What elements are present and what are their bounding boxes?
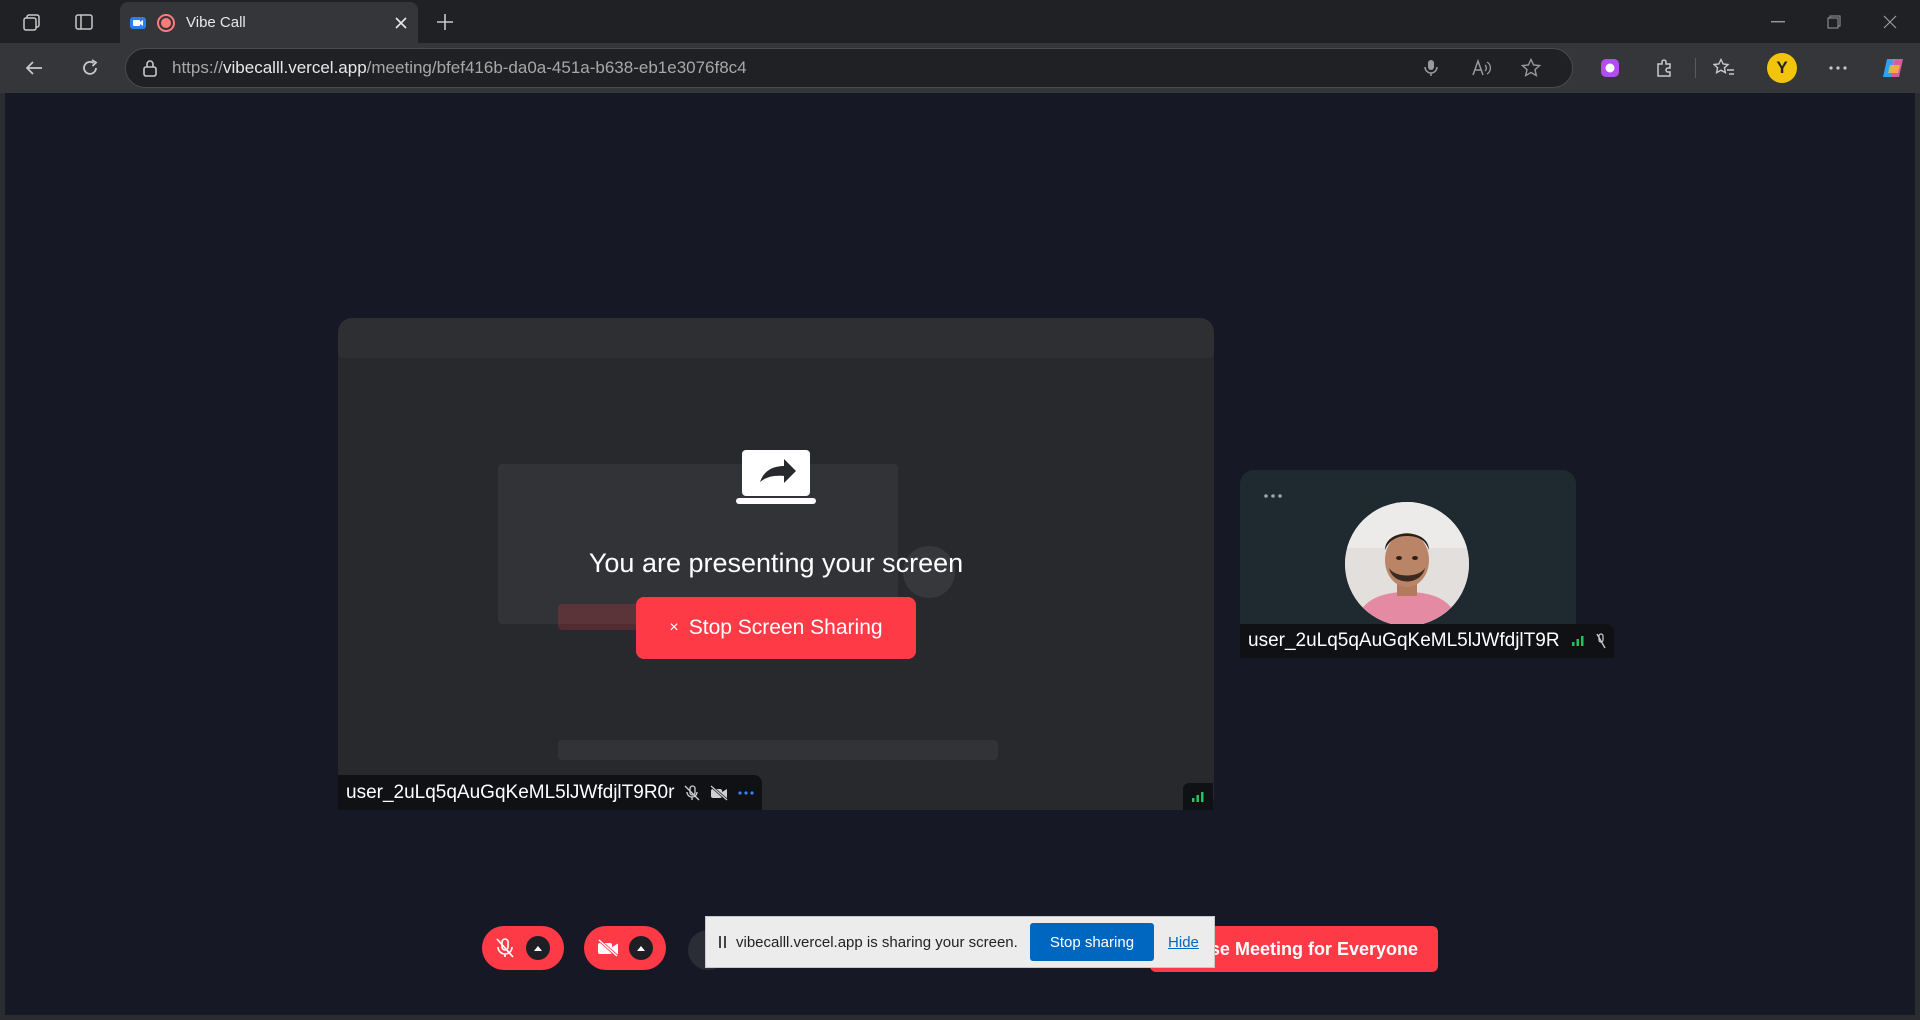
toolbar-divider bbox=[1695, 58, 1696, 78]
profile-avatar[interactable]: Y bbox=[1760, 48, 1804, 88]
share-tile-name-bar: user_2uLq5qAuGqKeML5lJWfdjlT9R0r bbox=[338, 775, 763, 810]
share-tile-username: user_2uLq5qAuGqKeML5lJWfdjlT9R0r bbox=[346, 781, 675, 803]
participant-signal-icon bbox=[1571, 636, 1584, 646]
recording-icon bbox=[156, 13, 176, 33]
camera-options-chevron-icon[interactable] bbox=[629, 936, 653, 960]
presenting-message: You are presenting your screen bbox=[588, 548, 964, 578]
microphone-icon[interactable] bbox=[1406, 59, 1456, 77]
stop-screen-sharing-label: Stop Screen Sharing bbox=[688, 616, 883, 639]
restore-icon[interactable] bbox=[1806, 0, 1862, 43]
participant-name-bar: user_2uLq5qAuGqKeML5lJWfdjlT9R bbox=[1240, 624, 1614, 658]
end-meeting-label: se Meeting for Everyone bbox=[1209, 938, 1418, 959]
participant-mic-off-icon bbox=[1595, 633, 1606, 649]
participant-username: user_2uLq5qAuGqKeML5lJWfdjlT9R bbox=[1248, 630, 1560, 651]
participant-more-icon[interactable] bbox=[1264, 494, 1282, 498]
new-tab-icon[interactable] bbox=[425, 0, 465, 43]
url-scheme: https:// bbox=[172, 58, 224, 77]
pause-icon[interactable] bbox=[718, 935, 728, 949]
hide-banner-link[interactable]: Hide bbox=[1168, 934, 1199, 951]
url-path: /meeting/bfef416b-da0a-451a-b638-eb1e307… bbox=[366, 58, 747, 77]
tab-actions-icon[interactable] bbox=[64, 0, 104, 43]
workspaces-icon[interactable] bbox=[12, 0, 52, 43]
extension-app-icon[interactable] bbox=[1588, 48, 1632, 88]
minimize-icon[interactable] bbox=[1750, 0, 1806, 43]
stop-screen-sharing-button[interactable]: × Stop Screen Sharing bbox=[636, 597, 916, 659]
close-window-icon[interactable] bbox=[1862, 0, 1918, 43]
address-bar[interactable]: https://vibecalll.vercel.app/meeting/bfe… bbox=[125, 48, 1573, 88]
browser-title-bar: Vibe Call bbox=[0, 0, 1920, 43]
sharing-message: vibecalll.vercel.app is sharing your scr… bbox=[736, 933, 1018, 951]
copilot-icon[interactable] bbox=[1872, 48, 1916, 88]
screen-sharing-banner: vibecalll.vercel.app is sharing your scr… bbox=[705, 916, 1215, 968]
signal-strength-icon bbox=[1183, 783, 1213, 810]
mic-off-icon bbox=[684, 784, 700, 801]
close-icon: × bbox=[669, 619, 679, 636]
reload-icon[interactable] bbox=[68, 48, 112, 88]
stop-sharing-button[interactable]: Stop sharing bbox=[1029, 923, 1155, 961]
url-text[interactable]: https://vibecalll.vercel.app/meeting/bfe… bbox=[172, 58, 1406, 78]
favicon-icon bbox=[130, 15, 146, 31]
back-icon[interactable] bbox=[12, 48, 56, 88]
mic-control[interactable] bbox=[482, 926, 564, 970]
screen-share-tile: You are presenting your screen × Stop Sc… bbox=[338, 318, 1214, 810]
camera-off-icon bbox=[710, 784, 729, 801]
more-options-icon[interactable] bbox=[738, 790, 755, 795]
tab-vibe-call[interactable]: Vibe Call bbox=[120, 2, 418, 43]
close-tab-icon[interactable] bbox=[394, 16, 408, 30]
participant-avatar bbox=[1345, 502, 1469, 626]
read-aloud-icon[interactable] bbox=[1456, 59, 1506, 77]
favorite-star-icon[interactable] bbox=[1506, 58, 1556, 78]
url-host: vibecalll.vercel.app bbox=[223, 58, 367, 77]
tab-title: Vibe Call bbox=[186, 14, 246, 31]
more-menu-icon[interactable] bbox=[1816, 48, 1860, 88]
camera-control[interactable] bbox=[584, 926, 666, 970]
camera-off-icon[interactable] bbox=[597, 939, 619, 957]
extensions-puzzle-icon[interactable] bbox=[1642, 48, 1686, 88]
lock-icon[interactable] bbox=[142, 59, 158, 77]
mic-off-icon[interactable] bbox=[496, 938, 514, 958]
share-screen-icon bbox=[736, 450, 816, 506]
profile-initial: Y bbox=[1767, 53, 1797, 83]
favorites-icon[interactable] bbox=[1702, 48, 1746, 88]
mic-options-chevron-icon[interactable] bbox=[526, 936, 550, 960]
